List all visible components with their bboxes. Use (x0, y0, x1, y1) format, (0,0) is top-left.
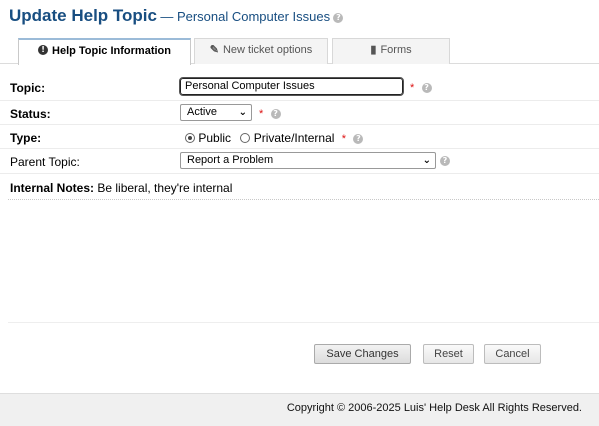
topic-label: Topic: (10, 81, 46, 95)
cancel-button[interactable]: Cancel (484, 344, 541, 364)
required-marker: * (341, 133, 347, 145)
radio-private-label: Private/Internal (253, 131, 335, 145)
internal-notes-label: Internal Notes: (10, 181, 95, 195)
copyright-text: Copyright © 2006-2025 Luis' Help Desk Al… (286, 402, 582, 414)
wrench-icon: ✎ (209, 44, 219, 56)
radio-public-label: Public (198, 131, 232, 145)
tab-label: Forms (380, 44, 412, 56)
status-select[interactable]: Active ⌄ (180, 104, 252, 121)
radio-private[interactable] (240, 132, 251, 143)
topic-input[interactable]: Personal Computer Issues (179, 77, 404, 96)
topic-row: Topic: Personal Computer Issues * ? (0, 76, 599, 100)
help-icon[interactable]: ? (440, 156, 450, 166)
required-marker: * (259, 108, 264, 120)
forms-icon: ▮ (370, 44, 377, 56)
status-row: Status: Active ⌄ * ? (0, 102, 599, 126)
parent-topic-select[interactable]: Report a Problem ⌄ (180, 152, 436, 169)
topic-required: * ? (410, 80, 432, 94)
tab-bar: ! Help Topic Information ✎ New ticket opti… (18, 38, 599, 65)
required-marker: * (410, 82, 415, 94)
info-icon: ! (38, 45, 49, 56)
chevron-down-icon: ⌄ (422, 155, 431, 166)
row-divider (0, 100, 599, 101)
type-label: Type: (10, 131, 42, 145)
type-row: Type: Public Private/Internal * ? (0, 126, 599, 150)
radio-public[interactable] (185, 132, 195, 143)
status-required: * ? (259, 106, 281, 120)
page-subtitle: — Personal Computer Issues (160, 9, 331, 24)
type-options: Public Private/Internal * ? (185, 131, 364, 145)
tab-label: Help Topic Information (52, 45, 171, 57)
tab-help-topic-information[interactable]: ! Help Topic Information (18, 38, 191, 65)
footer: Copyright © 2006-2025 Luis' Help Desk Al… (0, 393, 599, 426)
page-header: Update Help Topic — Personal Computer Is… (9, 6, 344, 26)
row-divider (0, 148, 599, 149)
row-divider (0, 173, 599, 174)
page-title: Update Help Topic (9, 6, 157, 25)
help-icon[interactable]: ? (353, 133, 364, 144)
row-divider (0, 124, 599, 125)
parent-topic-label: Parent Topic: (10, 155, 80, 169)
help-icon[interactable]: ? (333, 12, 344, 23)
status-value: Active (187, 106, 217, 118)
save-changes-button[interactable]: Save Changes (314, 344, 411, 364)
parent-topic-row: Parent Topic: Report a Problem ⌄ ? (0, 150, 599, 174)
tab-forms[interactable]: ▮ Forms (332, 38, 450, 64)
chevron-down-icon: ⌄ (238, 107, 247, 118)
help-icon[interactable]: ? (421, 82, 432, 93)
tab-label: New ticket options (222, 44, 313, 56)
help-icon[interactable]: ? (270, 108, 281, 119)
tab-new-ticket-options[interactable]: ✎ New ticket options (194, 38, 328, 64)
reset-button[interactable]: Reset (423, 344, 474, 364)
status-label: Status: (10, 107, 51, 121)
internal-notes-heading: Internal Notes: Be liberal, they're inte… (10, 181, 232, 195)
internal-notes-hint: Be liberal, they're internal (97, 181, 233, 195)
parent-topic-value: Report a Problem (187, 154, 274, 166)
internal-notes-editor[interactable] (8, 199, 599, 323)
